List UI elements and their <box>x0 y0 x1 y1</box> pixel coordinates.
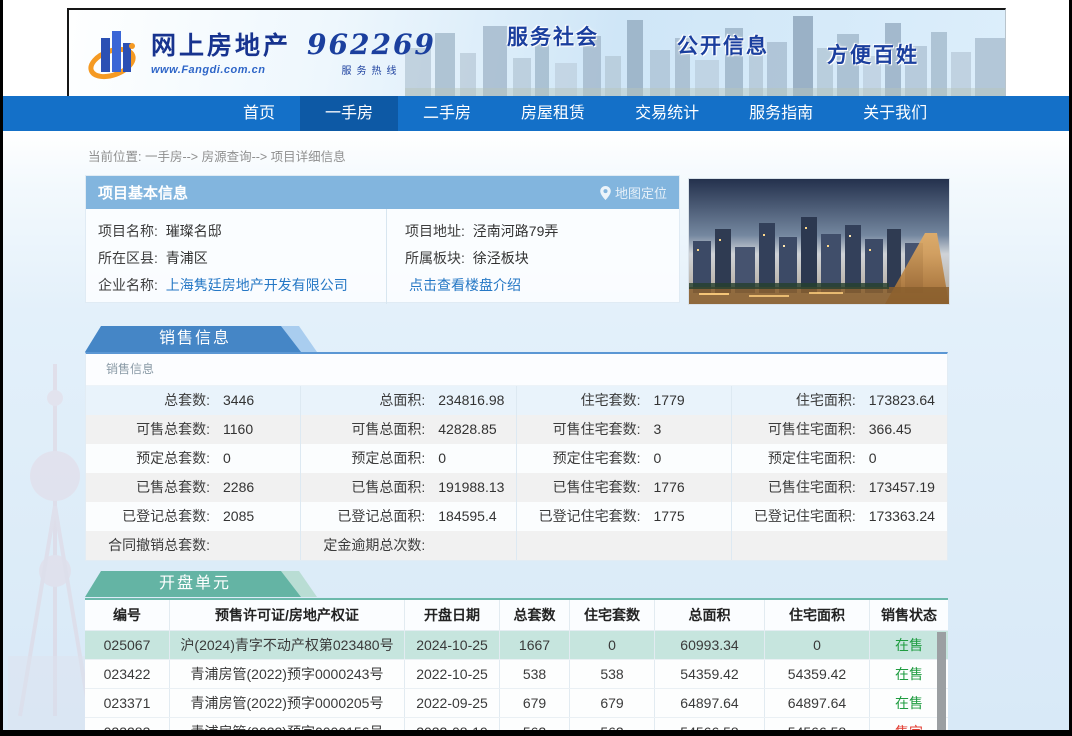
project-district-row: 所在区县: 青浦区 <box>98 245 386 272</box>
left-border <box>0 0 3 736</box>
hotline-label: 服务热线 <box>307 62 436 77</box>
nav-statistics[interactable]: 交易统计 <box>610 96 724 131</box>
nav-about[interactable]: 关于我们 <box>838 96 952 131</box>
table-row[interactable]: 025067 沪(2024)青字不动产权第023480号 2024-10-25 … <box>85 631 948 660</box>
table-row[interactable]: 023371 青浦房管(2022)预字0000205号 2022-09-25 6… <box>85 689 948 718</box>
page: 网上房地产 www.Fangdi.com.cn 962269 服务热线 服务社会… <box>0 0 1072 736</box>
project-company-row: 企业名称: 上海隽廷房地产开发有限公司 <box>98 272 386 299</box>
breadcrumb-prefix: 当前位置: <box>88 150 141 164</box>
nav-new-house[interactable]: 一手房 <box>300 96 398 131</box>
company-link[interactable]: 上海隽廷房地产开发有限公司 <box>166 277 348 293</box>
sales-subheader: 销售信息 <box>86 354 947 386</box>
intro-link[interactable]: 点击查看楼盘介绍 <box>409 277 521 293</box>
units-section-tab: 开盘单元 <box>85 571 317 597</box>
site-logo[interactable]: 网上房地产 www.Fangdi.com.cn 962269 服务热线 <box>87 26 436 82</box>
main-nav: 首页 一手房 二手房 房屋租赁 交易统计 服务指南 关于我们 <box>0 96 1072 131</box>
nav-spacer <box>0 96 218 131</box>
content-area: 当前位置: 一手房--> 房源查询--> 项目详细信息 项目基本信息 地图定位 … <box>0 131 1072 730</box>
map-locate-link[interactable]: 地图定位 <box>600 183 667 202</box>
hotline-number: 962269 <box>307 28 436 61</box>
site-url: www.Fangdi.com.cn <box>151 64 291 76</box>
sales-row-sold: 已售总套数:2286 已售总面积:191988.13 已售住宅套数:1776 已… <box>86 473 947 502</box>
fangdi-buildings-icon <box>87 26 141 82</box>
bottom-border <box>0 730 1072 736</box>
service-hotline: 962269 服务热线 <box>307 28 436 77</box>
table-row[interactable]: 023422 青浦房管(2022)预字0000243号 2022-10-25 5… <box>85 660 948 689</box>
sales-row-cancelled: 合同撤销总套数: 定金逾期总次数: <box>86 531 947 560</box>
project-intro-row: 点击查看楼盘介绍 <box>405 272 679 299</box>
breadcrumb: 当前位置: 一手房--> 房源查询--> 项目详细信息 <box>88 146 346 165</box>
map-locate-label: 地图定位 <box>615 183 667 202</box>
units-table: 编号 预售许可证/房地产权证 开盘日期 总套数 住宅套数 总面积 住宅面积 销售… <box>85 598 948 736</box>
nav-guide[interactable]: 服务指南 <box>724 96 838 131</box>
scrollbar-thumb[interactable] <box>937 632 946 736</box>
sales-row-registered: 已登记总套数:2085 已登记总面积:184595.4 已登记住宅套数:1775… <box>86 502 947 531</box>
nav-rental[interactable]: 房屋租赁 <box>496 96 610 131</box>
sales-section-tab: 销售信息 <box>85 326 317 352</box>
site-banner: 网上房地产 www.Fangdi.com.cn 962269 服务热线 服务社会… <box>67 8 1006 96</box>
sales-row-reserved: 预定总套数:0 预定总面积:0 预定住宅套数:0 预定住宅面积:0 <box>86 444 947 473</box>
project-block-value: 徐泾板块 <box>473 250 529 266</box>
project-photo <box>688 178 950 305</box>
map-pin-icon <box>600 186 611 200</box>
project-address-row: 项目地址: 泾南河路79弄 <box>405 218 679 245</box>
banner-slogan-3: 方便百姓 <box>827 39 919 69</box>
project-panel-title: 项目基本信息 <box>98 182 188 203</box>
breadcrumb-path: 一手房--> 房源查询--> 项目详细信息 <box>145 150 346 164</box>
units-table-header: 编号 预售许可证/房地产权证 开盘日期 总套数 住宅套数 总面积 住宅面积 销售… <box>85 600 948 631</box>
project-name-value: 璀璨名邸 <box>166 223 222 239</box>
site-name: 网上房地产 <box>151 26 291 62</box>
units-tab-title: 开盘单元 <box>115 571 275 597</box>
project-panel-body: 项目名称: 璀璨名邸 所在区县: 青浦区 企业名称: 上海隽廷房地产开发有限公司… <box>86 209 679 304</box>
nav-home[interactable]: 首页 <box>218 96 300 131</box>
nav-second-hand[interactable]: 二手房 <box>398 96 496 131</box>
sales-row-total: 总套数:3446 总面积:234816.98 住宅套数:1779 住宅面积:17… <box>86 386 947 415</box>
banner-slogan-1: 服务社会 <box>507 21 599 51</box>
project-block-row: 所属板块: 徐泾板块 <box>405 245 679 272</box>
project-district-value: 青浦区 <box>166 250 208 266</box>
table-scrollbar[interactable] <box>937 632 946 736</box>
project-address-value: 泾南河路79弄 <box>473 223 559 239</box>
sales-row-available: 可售总套数:1160 可售总面积:42828.85 可售住宅套数:3 可售住宅面… <box>86 415 947 444</box>
project-info-panel: 项目基本信息 地图定位 项目名称: 璀璨名邸 所在区县: <box>85 175 680 303</box>
project-panel-header: 项目基本信息 地图定位 <box>86 176 679 209</box>
sales-info-panel: 销售信息 总套数:3446 总面积:234816.98 住宅套数:1779 住宅… <box>85 352 948 561</box>
project-name-row: 项目名称: 璀璨名邸 <box>98 218 386 245</box>
banner-slogan-2: 公开信息 <box>677 30 769 60</box>
sales-tab-title: 销售信息 <box>115 326 275 352</box>
